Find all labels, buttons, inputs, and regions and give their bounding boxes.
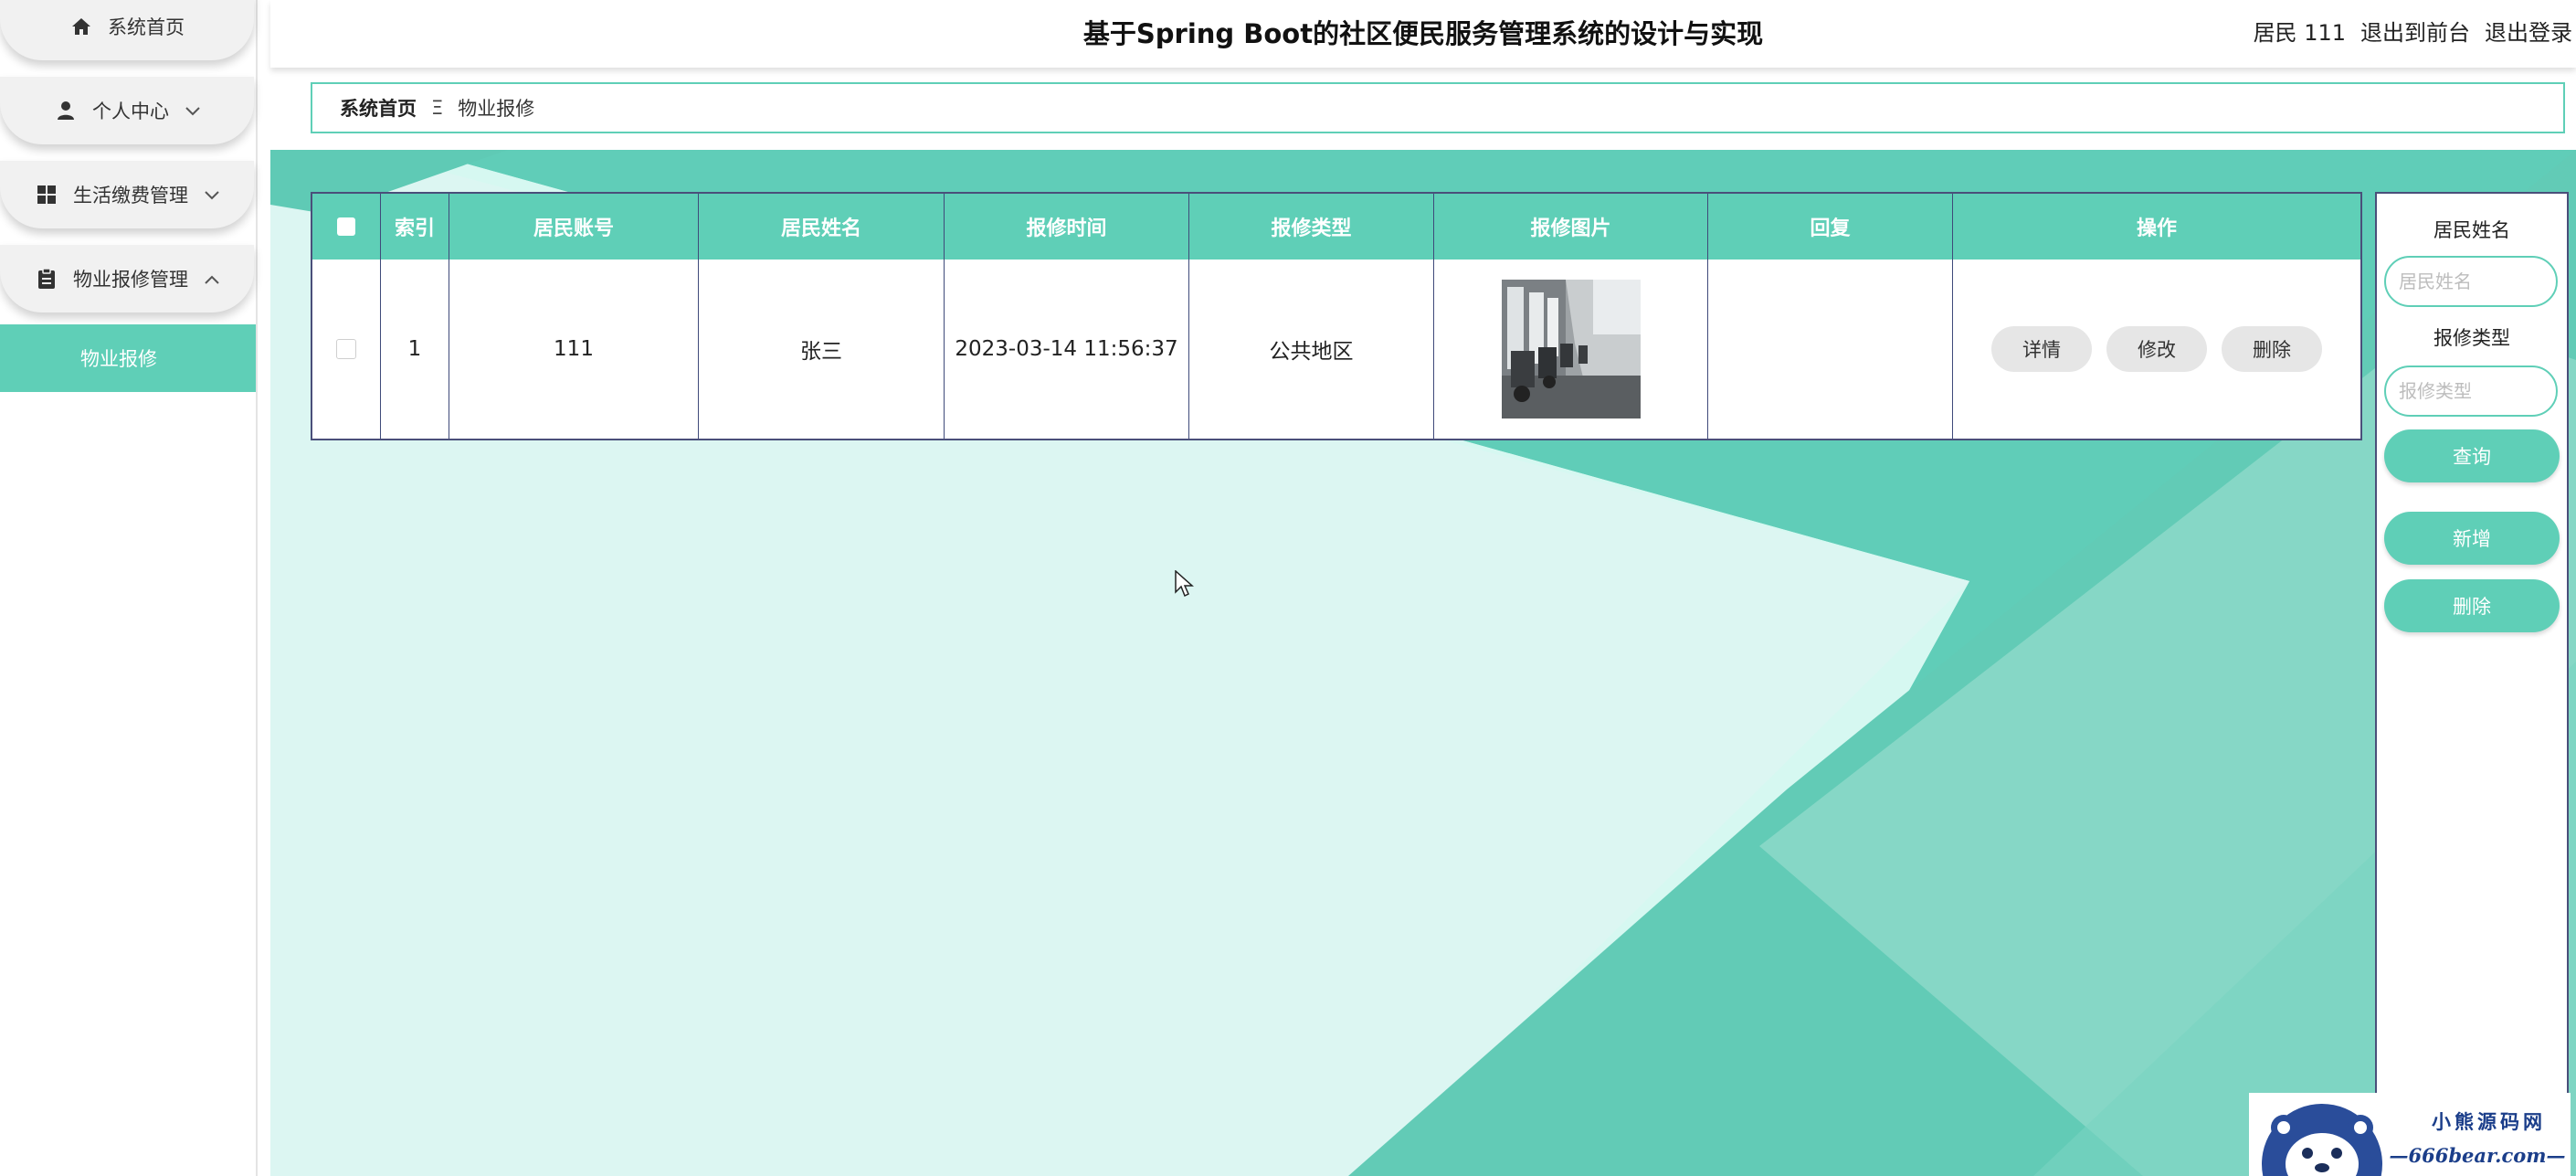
resident-name-input[interactable] bbox=[2384, 256, 2558, 307]
chevron-down-icon bbox=[185, 102, 200, 120]
watermark-text-line2: —666bear.com— bbox=[2389, 1144, 2566, 1167]
repair-type-label: 报修类型 bbox=[2433, 327, 2510, 349]
cell-time: 2023-03-14 11:56:37 bbox=[945, 260, 1189, 439]
repair-image-thumbnail[interactable] bbox=[1501, 280, 1641, 418]
breadcrumb-home[interactable]: 系统首页 bbox=[340, 94, 417, 122]
cell-actions: 详情 修改 删除 bbox=[1953, 260, 2360, 439]
repair-table: 索引 居民账号 居民姓名 报修时间 报修类型 报修图片 回复 操作 1 111 … bbox=[311, 192, 2362, 440]
resident-name-label: 居民姓名 bbox=[2433, 219, 2510, 241]
sidebar-item-home[interactable]: 系统首页 bbox=[0, 0, 254, 60]
logout-link[interactable]: 退出登录 bbox=[2485, 15, 2572, 47]
delete-button[interactable]: 删除 bbox=[2384, 579, 2560, 632]
repair-type-input[interactable] bbox=[2384, 366, 2558, 417]
query-button[interactable]: 查询 bbox=[2384, 429, 2560, 482]
sidebar-subitem-property-repair[interactable]: 物业报修 bbox=[0, 324, 256, 392]
column-header: 报修图片 bbox=[1434, 194, 1708, 260]
column-header: 操作 bbox=[2136, 217, 2177, 240]
row-select-cell bbox=[312, 260, 381, 439]
gym-photo bbox=[1501, 280, 1641, 418]
table-header: 索引 居民账号 居民姓名 报修时间 报修类型 报修图片 回复 操作 bbox=[312, 194, 2360, 260]
edit-button[interactable]: 修改 bbox=[2106, 326, 2207, 372]
app-title: 基于Spring Boot的社区便民服务管理系统的设计与实现 bbox=[1082, 18, 1764, 49]
column-header: 索引 bbox=[381, 194, 449, 260]
top-bar: 基于Spring Boot的社区便民服务管理系统的设计与实现 居民 111 退出… bbox=[270, 0, 2576, 68]
bear-mascot-icon bbox=[2262, 1104, 2382, 1176]
cell-account: 111 bbox=[449, 260, 699, 439]
sidebar-item-personal-center[interactable]: 个人中心 bbox=[0, 77, 254, 144]
chevron-down-icon bbox=[205, 186, 219, 204]
column-header: 回复 bbox=[1708, 194, 1953, 260]
select-all-checkbox[interactable] bbox=[337, 217, 355, 236]
sidebar-item-label: 生活缴费管理 bbox=[73, 185, 188, 207]
detail-button[interactable]: 详情 bbox=[1991, 326, 2092, 372]
header-select-all-cell bbox=[312, 194, 381, 260]
chevron-up-icon bbox=[205, 270, 219, 288]
grid-icon bbox=[35, 183, 58, 207]
cell-image bbox=[1434, 260, 1708, 439]
column-header: 居民账号 bbox=[449, 194, 699, 260]
sidebar-item-payment-management[interactable]: 生活缴费管理 bbox=[0, 161, 254, 228]
home-icon bbox=[69, 15, 93, 38]
sidebar: 系统首页 个人中心 生活缴费管理 物业报修管理 物业报修 bbox=[0, 0, 258, 1176]
breadcrumb-separator: Ξ bbox=[431, 97, 444, 119]
breadcrumb: 系统首页 Ξ 物业报修 bbox=[311, 82, 2565, 133]
breadcrumb-current: 物业报修 bbox=[458, 98, 535, 120]
clipboard-icon bbox=[35, 267, 58, 291]
to-front-link[interactable]: 退出到前台 bbox=[2360, 15, 2470, 47]
top-links: 居民 111 退出到前台 退出登录 bbox=[2254, 15, 2572, 47]
user-icon bbox=[54, 99, 78, 122]
sidebar-item-repair-management[interactable]: 物业报修管理 bbox=[0, 245, 254, 313]
sidebar-item-label: 物业报修管理 bbox=[73, 269, 188, 291]
cell-name: 张三 bbox=[699, 260, 945, 439]
sidebar-item-label: 个人中心 bbox=[92, 101, 169, 122]
delete-row-button[interactable]: 删除 bbox=[2222, 326, 2322, 372]
row-checkbox[interactable] bbox=[336, 339, 356, 359]
column-header: 报修时间 bbox=[945, 194, 1189, 260]
mouse-cursor-icon bbox=[1175, 569, 1195, 601]
column-header: 居民姓名 bbox=[699, 194, 945, 260]
cell-reply bbox=[1708, 260, 1953, 439]
column-header: 报修类型 bbox=[1189, 194, 1434, 260]
cell-index: 1 bbox=[381, 260, 449, 439]
sidebar-item-label: 系统首页 bbox=[108, 16, 185, 38]
add-button[interactable]: 新增 bbox=[2384, 512, 2560, 565]
cell-type: 公共地区 bbox=[1189, 260, 1434, 439]
search-panel: 居民姓名 报修类型 查询 新增 删除 bbox=[2375, 192, 2569, 1176]
watermark-text-line1: 小熊源码网 bbox=[2432, 1111, 2546, 1133]
current-user: 居民 111 bbox=[2253, 20, 2346, 46]
watermark-logo: 小熊源码网 —666bear.com— bbox=[2249, 1093, 2571, 1176]
